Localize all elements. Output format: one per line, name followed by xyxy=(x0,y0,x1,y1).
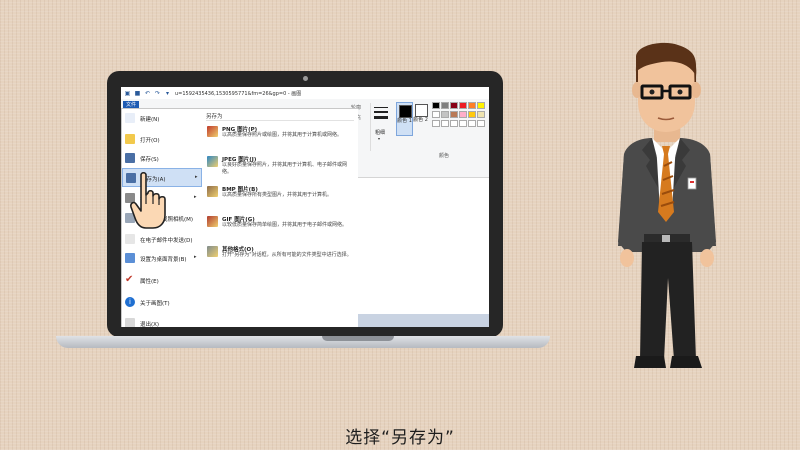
saveas-option[interactable]: JPEG 图片(J) 以良好质量保存照片，并将其用于计算机、电子邮件或网络。 xyxy=(202,154,358,184)
color2-button[interactable]: 颜色 2 xyxy=(413,102,428,134)
file-menu-item-label: 保存(S) xyxy=(140,157,159,163)
file-menu-item[interactable]: 设置为桌面背景(B) ▸ xyxy=(122,249,202,268)
file-menu-item[interactable]: 在电子邮件中发送(D) xyxy=(122,230,202,249)
saveas-submenu-title: 另存为 xyxy=(206,114,223,120)
bmp-image-icon xyxy=(207,186,218,197)
ribbon-divider xyxy=(370,103,371,151)
saveas-option-description: 以高质量保存照片或绘图，并将其用于计算机或网络。 xyxy=(222,132,343,138)
color-swatch[interactable] xyxy=(450,102,458,109)
file-menu-item[interactable]: 保存(S) xyxy=(122,149,202,168)
color-palette xyxy=(432,102,489,142)
size-lines-icon[interactable] xyxy=(374,104,390,144)
window-title: u=1592435436,1530595771&fm=26&gp=0 - 画图 xyxy=(175,90,302,97)
save-quick-icon[interactable]: ■ xyxy=(134,90,141,97)
color-swatch[interactable] xyxy=(459,111,467,118)
jpeg-image-icon xyxy=(207,156,218,167)
chevron-right-icon: ▸ xyxy=(194,194,197,200)
color-swatch[interactable] xyxy=(477,120,485,127)
size-label[interactable]: 粗细 xyxy=(375,129,385,136)
color-swatch[interactable] xyxy=(441,102,449,109)
businessman-character xyxy=(618,42,716,368)
saveas-option-description: 以较低质量保存简单绘图，并将其用于电子邮件或网络。 xyxy=(222,222,348,228)
divider xyxy=(206,120,354,121)
file-menu-item[interactable]: ✔ 属性(E) xyxy=(122,271,202,290)
saveas-option-description: 打开"另存为"对话框，从所有可能的文件类型中进行选择。 xyxy=(222,252,352,258)
color2-label: 颜色 2 xyxy=(413,117,428,123)
laptop-base xyxy=(56,336,550,348)
chevron-right-icon: ▸ xyxy=(194,254,197,260)
color-swatch[interactable] xyxy=(468,120,476,127)
chevron-right-icon: ▸ xyxy=(195,174,198,180)
color-swatch[interactable] xyxy=(468,111,476,118)
other-formats-icon xyxy=(207,246,218,257)
color1-swatch xyxy=(399,105,412,118)
color-swatch[interactable] xyxy=(441,111,449,118)
webcam-dot xyxy=(303,76,308,81)
saveas-option[interactable]: GIF 图片(G) 以较低质量保存简单绘图，并将其用于电子邮件或网络。 xyxy=(202,214,358,244)
file-menu-item[interactable]: i 关于画图(T) xyxy=(122,293,202,312)
file-menu-item[interactable]: 退出(X) xyxy=(122,314,202,327)
laptop-notch xyxy=(322,336,394,341)
chevron-down-icon[interactable]: ▾ xyxy=(164,90,171,97)
color2-swatch xyxy=(415,104,428,117)
file-menu-item-label: 关于画图(T) xyxy=(140,301,170,307)
file-menu-item-label: 打开(O) xyxy=(140,138,160,144)
file-menu-item-label: 退出(X) xyxy=(140,322,160,327)
saveas-option-description: 以高质量保存所有类型图片，并将其用于计算机。 xyxy=(222,192,333,198)
undo-icon[interactable]: ↶ xyxy=(144,90,151,97)
saveas-option-description: 以良好质量保存照片，并将其用于计算机、电子邮件或网络。 xyxy=(222,162,348,175)
saveas-option[interactable]: BMP 图片(B) 以高质量保存所有类型图片，并将其用于计算机。 xyxy=(202,184,358,214)
png-image-icon xyxy=(207,126,218,137)
file-menu-item-label: 在电子邮件中发送(D) xyxy=(140,238,193,244)
saveas-option[interactable]: PNG 图片(P) 以高质量保存照片或绘图，并将其用于计算机或网络。 xyxy=(202,124,358,154)
redo-icon[interactable]: ↷ xyxy=(154,90,161,97)
app-icon: ▣ xyxy=(124,89,131,97)
chevron-down-icon[interactable]: ▾ xyxy=(378,136,380,141)
file-menu-item-label: 新建(N) xyxy=(140,117,160,123)
color-swatch[interactable] xyxy=(450,120,458,127)
color-swatch[interactable] xyxy=(477,111,485,118)
gif-image-icon xyxy=(207,216,218,227)
saveas-submenu: 另存为 PNG 图片(P) 以高质量保存照片或绘图，并将其用于计算机或网络。 JPE… xyxy=(202,109,358,327)
about-info-icon: i xyxy=(125,297,135,307)
email-icon xyxy=(125,234,135,244)
save-disk-icon xyxy=(125,153,135,163)
new-file-icon xyxy=(125,113,135,123)
file-menu-item[interactable]: 新建(N) xyxy=(122,109,202,128)
saveas-option[interactable]: 其他格式(O) 打开"另存为"对话框，从所有可能的文件类型中进行选择。 xyxy=(202,244,358,274)
exit-icon xyxy=(125,318,135,327)
file-menu-item[interactable]: 打开(O) xyxy=(122,130,202,149)
paint-window: ▣ ■ ↶ ↷ ▾ u=1592435436,1530595771&fm=26&… xyxy=(121,87,489,327)
color1-button[interactable]: 颜色 1 xyxy=(396,102,413,136)
color-swatch[interactable] xyxy=(450,111,458,118)
color-swatch[interactable] xyxy=(468,102,476,109)
properties-icon: ✔ xyxy=(125,274,134,285)
caption-text: 选择“另存为” xyxy=(345,428,455,448)
color-swatch[interactable] xyxy=(459,120,467,127)
color-swatch[interactable] xyxy=(477,102,485,109)
colors-group-label: 颜色 xyxy=(439,153,450,159)
hand-pointer-icon xyxy=(130,171,166,229)
color1-label: 颜色 1 xyxy=(397,118,412,124)
desktop-background-icon xyxy=(125,253,135,263)
color-swatch[interactable] xyxy=(441,120,449,127)
file-menu-item-label: 设置为桌面背景(B) xyxy=(140,257,187,263)
color-swatch[interactable] xyxy=(432,102,440,109)
color-swatch[interactable] xyxy=(432,120,440,127)
file-menu-item-label: 属性(E) xyxy=(140,279,159,285)
title-bar: ▣ ■ ↶ ↷ ▾ u=1592435436,1530595771&fm=26&… xyxy=(121,87,489,99)
open-folder-icon xyxy=(125,134,135,144)
color-swatch[interactable] xyxy=(432,111,440,118)
color-swatch[interactable] xyxy=(459,102,467,109)
